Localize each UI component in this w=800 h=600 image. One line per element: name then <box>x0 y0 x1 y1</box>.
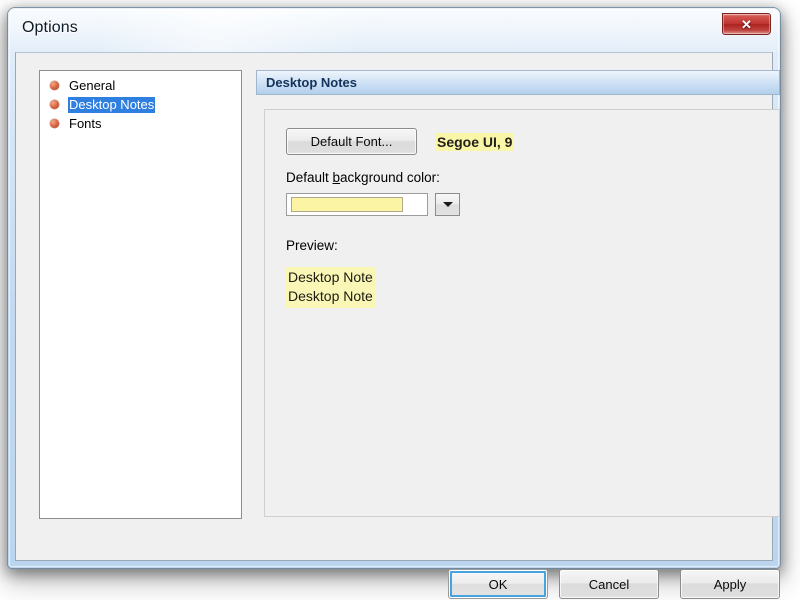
section-header-bar: Desktop Notes <box>256 70 780 95</box>
orange-bullet-icon <box>50 119 59 128</box>
color-dropdown-button[interactable] <box>435 193 460 216</box>
sidebar-item-fonts[interactable]: Fonts <box>40 114 241 133</box>
close-icon: ✕ <box>741 16 752 32</box>
preview-box: Desktop Note Desktop Note <box>286 267 375 308</box>
title-bar[interactable]: Options ✕ <box>8 8 780 52</box>
background-color-combo[interactable] <box>286 193 428 216</box>
sidebar-item-general[interactable]: General <box>40 76 241 95</box>
bgcolor-label-accelerator: b <box>332 170 341 185</box>
section-header-title: Desktop Notes <box>266 75 358 90</box>
orange-bullet-icon <box>50 81 59 90</box>
ok-button[interactable]: OK <box>448 569 548 599</box>
sidebar-item-desktop-notes[interactable]: Desktop Notes <box>40 95 241 114</box>
preview-line: Desktop Note <box>288 269 373 285</box>
background-color-label: Default background color: <box>286 170 440 185</box>
preview-line: Desktop Note <box>288 288 373 304</box>
preview-label: Preview: <box>286 238 338 253</box>
sidebar-item-label: General <box>69 77 116 93</box>
options-dialog-window: Options ✕ General Desktop Notes Fonts De… <box>8 8 780 599</box>
bgcolor-label-part2: ackground color: <box>340 170 440 185</box>
cancel-button[interactable]: Cancel <box>559 569 659 599</box>
dialog-client-area: General Desktop Notes Fonts Desktop Note… <box>15 52 780 599</box>
sidebar-item-label: Desktop Notes <box>68 96 156 113</box>
window-title: Options <box>22 19 78 36</box>
desktop-background: Options ✕ General Desktop Notes Fonts De… <box>0 0 800 600</box>
settings-pane: Desktop Notes Default Font... Segoe UI, … <box>256 70 780 519</box>
orange-bullet-icon <box>50 100 59 109</box>
apply-button[interactable]: Apply <box>680 569 780 599</box>
default-font-value: Segoe UI, 9 <box>435 133 515 151</box>
color-swatch <box>291 197 403 212</box>
default-font-button[interactable]: Default Font... <box>286 128 417 155</box>
options-category-tree[interactable]: General Desktop Notes Fonts <box>39 70 242 519</box>
bgcolor-label-part1: Default <box>286 170 333 185</box>
settings-group-box: Default Font... Segoe UI, 9 Default back… <box>264 109 780 517</box>
chevron-down-icon <box>442 202 453 207</box>
close-button[interactable]: ✕ <box>722 13 771 35</box>
sidebar-item-label: Fonts <box>69 115 102 131</box>
